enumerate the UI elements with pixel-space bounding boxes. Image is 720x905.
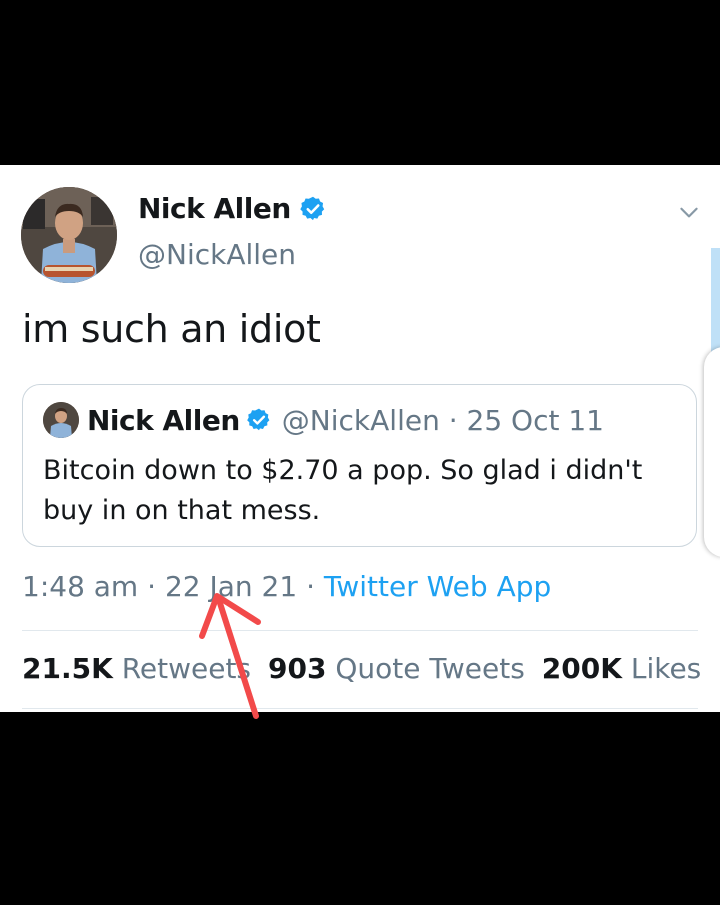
quote-tweets-label: Quote Tweets bbox=[335, 652, 525, 685]
retweets-stat[interactable]: 21.5K Retweets bbox=[22, 652, 251, 685]
divider bbox=[22, 630, 698, 631]
side-floating-panel[interactable] bbox=[704, 347, 720, 557]
tweet-time: 1:48 am bbox=[22, 570, 139, 603]
quoted-tweet-header: Nick Allen @NickAllen · 25 Oct 11 bbox=[43, 402, 604, 438]
author-avatar[interactable] bbox=[21, 187, 117, 283]
meta-separator: · bbox=[306, 570, 315, 603]
engagement-stats: 21.5K Retweets 903 Quote Tweets 200K Likes bbox=[22, 652, 718, 685]
quoted-author-name: Nick Allen bbox=[87, 403, 240, 437]
quote-tweets-stat[interactable]: 903 Quote Tweets bbox=[268, 652, 525, 685]
quoted-verified-badge-icon bbox=[246, 408, 270, 431]
quoted-author-avatar bbox=[43, 402, 79, 438]
source-app-link[interactable]: Twitter Web App bbox=[324, 570, 551, 603]
tweet-card: Nick Allen @NickAllen im such an idiot N… bbox=[0, 165, 720, 712]
author-name[interactable]: Nick Allen bbox=[138, 192, 291, 225]
divider bbox=[22, 708, 698, 709]
chevron-down-icon[interactable] bbox=[676, 199, 702, 225]
quoted-tweet-text: Bitcoin down to $2.70 a pop. So glad i d… bbox=[43, 455, 643, 526]
verified-badge-icon bbox=[300, 196, 324, 220]
quoted-avatar-photo bbox=[43, 402, 79, 438]
author-handle[interactable]: @NickAllen bbox=[138, 238, 296, 271]
quote-tweets-count: 903 bbox=[268, 652, 327, 685]
avatar-photo bbox=[21, 187, 117, 283]
quoted-tweet-meta: @NickAllen · 25 Oct 11 bbox=[281, 403, 604, 437]
likes-stat[interactable]: 200K Likes bbox=[542, 652, 701, 685]
meta-separator: · bbox=[147, 570, 157, 603]
tweet-date[interactable]: 22 Jan 21 bbox=[165, 570, 297, 603]
retweets-label: Retweets bbox=[121, 652, 252, 685]
likes-count: 200K bbox=[541, 652, 622, 685]
tweet-text: im such an idiot bbox=[22, 307, 321, 351]
retweets-count: 21.5K bbox=[22, 652, 113, 685]
author-name-row: Nick Allen bbox=[138, 192, 327, 225]
tweet-meta: 1:48 am · 22 Jan 21 · Twitter Web App bbox=[22, 570, 551, 603]
likes-label: Likes bbox=[630, 652, 702, 685]
quoted-tweet[interactable]: Nick Allen @NickAllen · 25 Oct 11 Bitcoi… bbox=[22, 384, 697, 547]
